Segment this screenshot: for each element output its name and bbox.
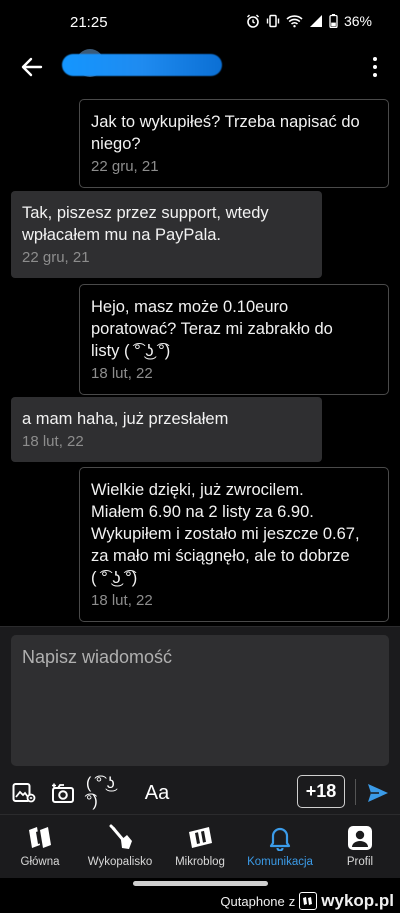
message-incoming: Tak, piszesz przez support, wtedy wpłaca…	[11, 191, 322, 278]
watermark: Qutaphone z wykop.pl	[220, 891, 394, 911]
watermark-author: Qutaphone	[220, 893, 285, 909]
signal-icon	[309, 15, 322, 27]
message-text: Miałem 6.90 na 2 listy za 6.90.	[91, 503, 314, 521]
back-button[interactable]	[16, 52, 48, 82]
arrow-left-icon	[21, 57, 43, 77]
send-icon	[368, 784, 388, 802]
toolbar-divider	[355, 779, 356, 805]
nav-label: Profil	[346, 856, 374, 868]
send-button[interactable]	[364, 778, 392, 808]
wifi-icon	[286, 15, 303, 28]
nav-label: Komunikacja	[247, 856, 313, 868]
message-text: listy ( ͡° ͜ʖ ͡°)	[91, 342, 171, 360]
message-text: Jak to wykupiłeś? Trzeba napisać do	[91, 113, 360, 131]
message-text: Wykupiłem i zostało mi jeszcze 0.67,	[91, 525, 360, 543]
attach-image-button[interactable]	[10, 778, 38, 808]
composer-toolbar: ( ͡° ͜ʖ ͡°) Aa +18	[0, 774, 400, 814]
nav-item-komunikacja[interactable]: Komunikacja	[240, 815, 320, 879]
status-bar: 21:25 36%	[0, 0, 400, 44]
message-text: za mało mi ściągnęło, ale to dobrze	[91, 547, 350, 565]
nav-item-wykopalisko[interactable]: Wykopalisko	[80, 815, 160, 879]
message-text: Hejo, masz może 0.10euro	[91, 298, 289, 316]
watermark-site: wykop.pl	[321, 891, 394, 910]
image-link-icon	[12, 783, 36, 803]
nav-item-glowna[interactable]: Główna	[0, 815, 80, 879]
watermark-joiner: z	[288, 893, 296, 909]
message-text: poratować? Teraz mi zabrakło do	[91, 320, 333, 338]
wykop-logo-icon	[26, 824, 54, 852]
alarm-icon	[246, 14, 259, 28]
mikroblog-icon	[186, 824, 214, 852]
conversation-header	[0, 44, 400, 90]
status-time: 21:25	[70, 14, 108, 31]
message-text: Wielkie dzięki, już zwrocilem.	[91, 481, 304, 499]
adult-content-toggle[interactable]: +18	[297, 775, 345, 808]
message-composer: ( ͡° ͜ʖ ͡°) Aa +18	[0, 626, 400, 814]
message-text: ( ͡° ͜ʖ ͡°)	[91, 569, 138, 587]
message-outgoing: Hejo, masz może 0.10euro poratować? Tera…	[79, 284, 389, 395]
redacted-username[interactable]	[62, 54, 222, 76]
message-outgoing: Jak to wykupiłeś? Trzeba napisać do nieg…	[79, 99, 389, 188]
message-date: 18 lut, 22	[91, 592, 153, 609]
gesture-area: Qutaphone z wykop.pl	[0, 878, 400, 913]
profile-icon	[346, 824, 374, 852]
nav-item-mikroblog[interactable]: Mikroblog	[160, 815, 240, 879]
camera-button[interactable]	[49, 778, 77, 808]
lenny-face-button[interactable]: ( ͡° ͜ʖ ͡°)	[86, 775, 130, 810]
message-outgoing: Wielkie dzięki, już zwrocilem. Miałem 6.…	[79, 467, 389, 622]
vibrate-icon	[266, 14, 280, 28]
shovel-icon	[106, 824, 134, 852]
format-text-button[interactable]: Aa	[142, 778, 172, 808]
message-date: 22 gru, 21	[91, 158, 159, 175]
menu-dot-icon	[373, 65, 377, 69]
message-text: a mam haha, już przesłałem	[22, 410, 229, 428]
message-date: 22 gru, 21	[22, 249, 90, 266]
message-input[interactable]	[11, 635, 389, 766]
nav-label: Mikroblog	[175, 856, 225, 868]
bottom-navigation: Główna Wykopalisko Mikroblog Komunikacja…	[0, 814, 400, 878]
wykop-logo-icon	[299, 892, 318, 910]
message-text: wpłacałem mu na PayPala.	[22, 226, 222, 244]
message-date: 18 lut, 22	[22, 433, 84, 450]
battery-percent: 36%	[343, 13, 372, 29]
message-text: Tak, piszesz przez support, wtedy	[22, 204, 269, 222]
kebab-menu-button[interactable]	[364, 52, 386, 82]
message-incoming: a mam haha, już przesłałem 18 lut, 22	[11, 397, 322, 462]
message-list[interactable]: Jak to wykupiłeś? Trzeba napisać do nieg…	[0, 90, 400, 623]
status-icons: 36%	[246, 13, 372, 29]
message-date: 18 lut, 22	[91, 365, 153, 382]
bell-icon	[266, 824, 294, 852]
camera-plus-icon	[52, 783, 74, 803]
home-gesture-pill[interactable]	[133, 881, 268, 886]
nav-item-profil[interactable]: Profil	[320, 815, 400, 879]
nav-label: Główna	[20, 856, 60, 868]
nav-label: Wykopalisko	[87, 856, 153, 868]
battery-icon	[329, 14, 338, 28]
message-text: niego?	[91, 135, 141, 153]
menu-dot-icon	[373, 57, 377, 61]
menu-dot-icon	[373, 73, 377, 77]
